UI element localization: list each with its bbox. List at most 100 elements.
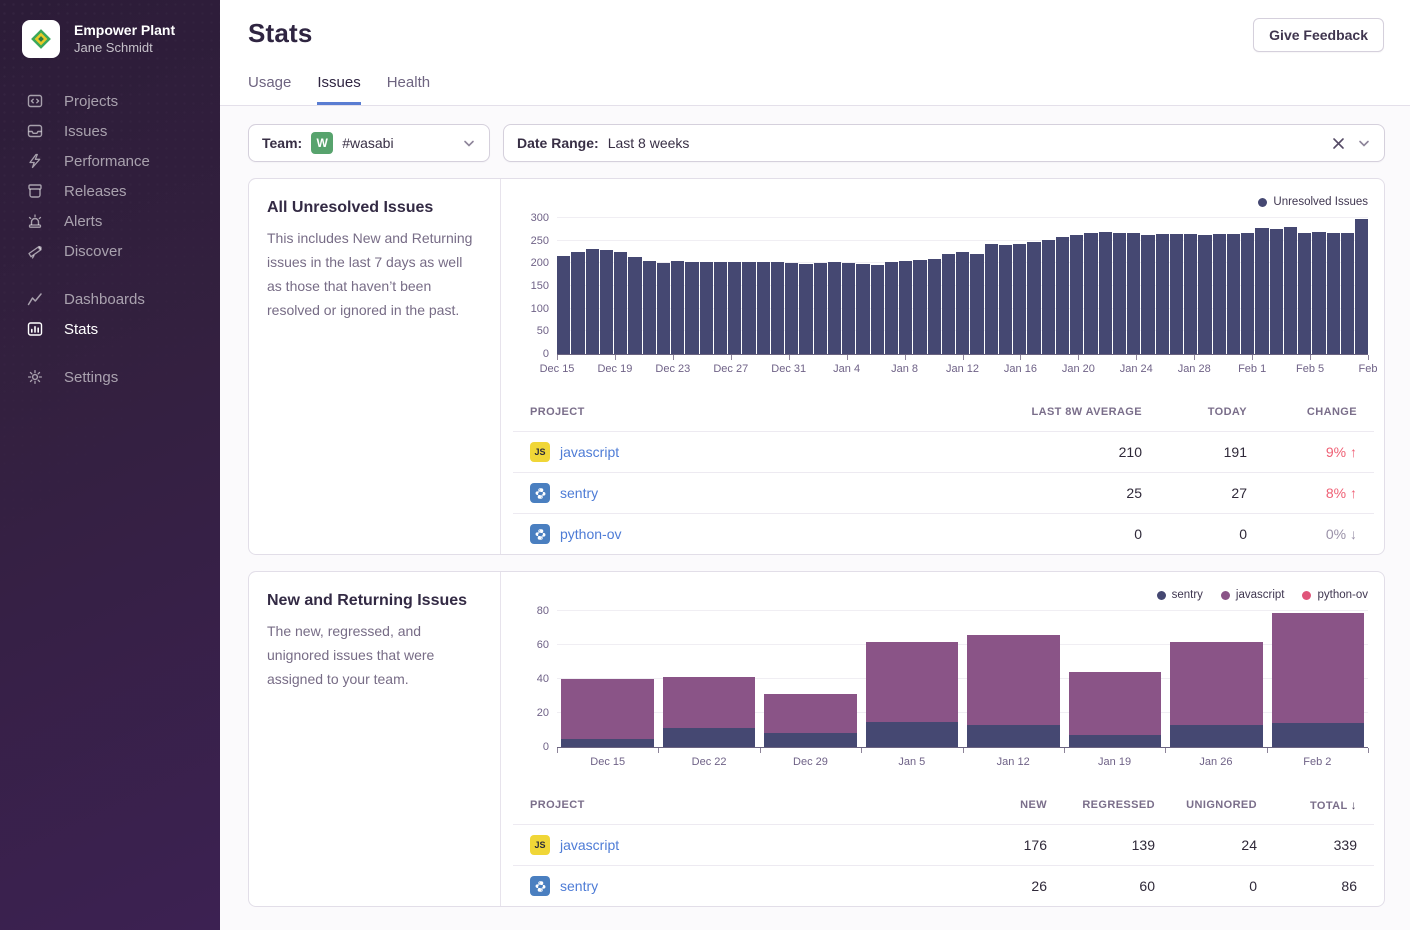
project-link-sentry[interactable]: sentry (560, 878, 598, 894)
tab-usage[interactable]: Usage (248, 74, 291, 105)
sidebar-item-discover[interactable]: Discover (0, 236, 220, 266)
unresolved-issues-bar[interactable] (814, 263, 827, 354)
unresolved-issues-bar[interactable] (1255, 228, 1268, 354)
sentry-segment (967, 725, 1060, 747)
unresolved-issues-bar[interactable] (685, 262, 698, 354)
unresolved-issues-bar[interactable] (1113, 233, 1126, 354)
unresolved-issues-bar[interactable] (714, 262, 727, 354)
unresolved-issues-bar[interactable] (1141, 235, 1154, 354)
unresolved-issues-bar[interactable] (799, 264, 812, 354)
clear-date-range-icon[interactable] (1328, 133, 1348, 153)
stacked-bar-jan-5[interactable] (862, 612, 963, 747)
unresolved-issues-bar[interactable] (871, 265, 884, 354)
unresolved-issues-bar[interactable] (913, 260, 926, 354)
project-link-sentry[interactable]: sentry (560, 485, 598, 501)
table-row-javascript: JSjavascript17613924339 (513, 824, 1374, 865)
legend-item-sentry[interactable]: sentry (1157, 586, 1203, 604)
stacked-bar-jan-19[interactable] (1065, 612, 1166, 747)
unresolved-issues-bar[interactable] (956, 252, 969, 354)
unresolved-issues-bar[interactable] (1156, 234, 1169, 354)
sentry-segment (1272, 723, 1365, 747)
tab-issues[interactable]: Issues (317, 74, 360, 105)
unresolved-issues-bar[interactable] (828, 262, 841, 354)
unresolved-issues-bar[interactable] (942, 254, 955, 354)
unresolved-issues-bar[interactable] (614, 252, 627, 354)
unresolved-issues-bar[interactable] (557, 256, 570, 354)
sidebar-item-dashboards[interactable]: Dashboards (0, 284, 220, 314)
unresolved-issues-bar[interactable] (728, 262, 741, 354)
unresolved-issues-bar[interactable] (771, 262, 784, 354)
unresolved-issues-bar[interactable] (842, 263, 855, 354)
unresolved-issues-bar[interactable] (1099, 232, 1112, 354)
unresolved-issues-bar[interactable] (1013, 244, 1026, 354)
table-row-python-ov: python-ov000% ↓ (513, 513, 1374, 554)
stacked-bar-feb-2[interactable] (1268, 612, 1369, 747)
unresolved-issues-bar[interactable] (970, 254, 983, 354)
legend-item-python-ov[interactable]: python-ov (1302, 586, 1368, 604)
unresolved-issues-bar[interactable] (1084, 233, 1097, 354)
team-select[interactable]: Team: W #wasabi (248, 124, 490, 162)
unresolved-issues-bar[interactable] (1341, 233, 1354, 354)
unresolved-issues-bar[interactable] (700, 262, 713, 354)
unresolved-issues-bar[interactable] (1056, 237, 1069, 354)
unresolved-issues-bar[interactable] (1312, 232, 1325, 354)
unresolved-issues-bar[interactable] (657, 263, 670, 354)
sidebar-item-issues[interactable]: Issues (0, 116, 220, 146)
sidebar-item-stats[interactable]: Stats (0, 314, 220, 344)
unresolved-issues-bar[interactable] (928, 259, 941, 354)
unresolved-issues-bar[interactable] (885, 262, 898, 354)
project-link-javascript[interactable]: javascript (560, 837, 619, 853)
stacked-bar-dec-15[interactable] (557, 612, 658, 747)
unresolved-issues-bar[interactable] (1298, 233, 1311, 354)
unresolved-issues-bar[interactable] (1198, 235, 1211, 354)
project-link-javascript[interactable]: javascript (560, 444, 619, 460)
stacked-bar-dec-29[interactable] (760, 612, 861, 747)
give-feedback-button[interactable]: Give Feedback (1253, 18, 1384, 52)
unresolved-issues-bar[interactable] (1042, 240, 1055, 354)
unresolved-issues-bar[interactable] (1284, 227, 1297, 354)
column-header-unignored: UNIGNORED (1172, 799, 1274, 811)
unresolved-issues-bar[interactable] (600, 250, 613, 354)
stacked-bar-jan-12[interactable] (963, 612, 1064, 747)
column-header-total[interactable]: TOTAL↓ (1274, 798, 1374, 812)
stacked-bar-jan-26[interactable] (1166, 612, 1267, 747)
unresolved-issues-bar[interactable] (671, 261, 684, 354)
unresolved-issues-bar[interactable] (785, 263, 798, 354)
unresolved-issues-bar[interactable] (899, 261, 912, 354)
unresolved-issues-bar[interactable] (999, 245, 1012, 354)
stacked-bar-dec-22[interactable] (659, 612, 760, 747)
sidebar-item-alerts[interactable]: Alerts (0, 206, 220, 236)
org-name: Empower Plant (74, 21, 175, 39)
unresolved-issues-bar[interactable] (856, 264, 869, 354)
unresolved-issues-bar[interactable] (1241, 233, 1254, 354)
unresolved-issues-bar[interactable] (1170, 234, 1183, 354)
unresolved-issues-bar[interactable] (1270, 229, 1283, 354)
date-range-select[interactable]: Date Range: Last 8 weeks (503, 124, 1385, 162)
unresolved-issues-bar[interactable] (1227, 234, 1240, 354)
tab-health[interactable]: Health (387, 74, 430, 105)
y-axis-tick-label: 250 (531, 235, 549, 247)
legend-item-javascript[interactable]: javascript (1221, 586, 1285, 604)
org-switcher[interactable]: Empower Plant Jane Schmidt (0, 0, 220, 78)
legend-item-unresolved-issues[interactable]: Unresolved Issues (1258, 193, 1368, 211)
unresolved-issues-bar[interactable] (1184, 234, 1197, 354)
unresolved-issues-bar[interactable] (985, 244, 998, 354)
unresolved-issues-bar[interactable] (1213, 234, 1226, 354)
sidebar-item-releases[interactable]: Releases (0, 176, 220, 206)
sidebar-item-performance[interactable]: Performance (0, 146, 220, 176)
unresolved-issues-bar[interactable] (1027, 242, 1040, 354)
unresolved-issues-bar[interactable] (571, 252, 584, 354)
unresolved-issues-bar[interactable] (1127, 233, 1140, 354)
unresolved-issues-bar[interactable] (742, 262, 755, 354)
unresolved-issues-bar[interactable] (643, 261, 656, 354)
unresolved-issues-bar[interactable] (1327, 233, 1340, 354)
sidebar-item-settings[interactable]: Settings (0, 362, 220, 392)
unresolved-issues-bar[interactable] (628, 257, 641, 354)
y-axis-tick-label: 150 (531, 280, 549, 292)
project-link-python-ov[interactable]: python-ov (560, 526, 621, 542)
unresolved-issues-bar[interactable] (757, 262, 770, 354)
sidebar-item-projects[interactable]: Projects (0, 86, 220, 116)
unresolved-issues-bar[interactable] (586, 249, 599, 354)
unresolved-issues-bar[interactable] (1355, 219, 1368, 354)
unresolved-issues-bar[interactable] (1070, 235, 1083, 354)
